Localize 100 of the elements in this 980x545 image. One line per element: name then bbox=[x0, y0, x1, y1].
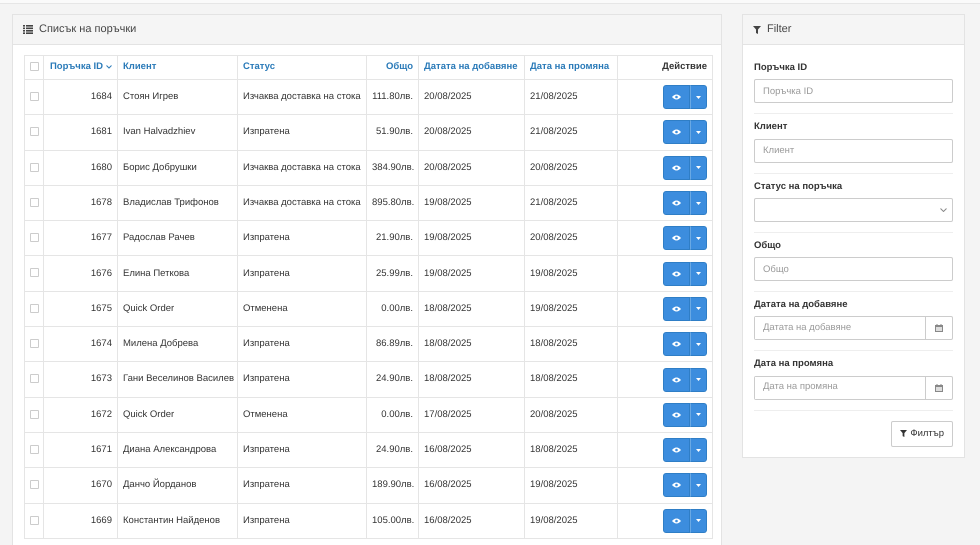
table-cell: 1684 bbox=[44, 80, 118, 115]
sort-caret-icon bbox=[106, 64, 112, 69]
table-cell: 19/08/2025 bbox=[418, 256, 524, 292]
view-button[interactable] bbox=[663, 85, 690, 110]
dropdown-toggle-button[interactable] bbox=[690, 262, 707, 286]
caret-icon bbox=[696, 307, 701, 310]
calendar-icon bbox=[935, 384, 943, 392]
view-button[interactable] bbox=[663, 120, 690, 144]
dropdown-toggle-button[interactable] bbox=[690, 402, 707, 427]
view-button[interactable] bbox=[663, 262, 690, 286]
view-button[interactable] bbox=[663, 508, 690, 533]
table-cell: 20/08/2025 bbox=[418, 114, 524, 150]
dropdown-toggle-button[interactable] bbox=[690, 368, 707, 392]
dropdown-toggle-button[interactable] bbox=[690, 473, 707, 498]
dropdown-toggle-button[interactable] bbox=[690, 85, 707, 110]
dropdown-toggle-button[interactable] bbox=[690, 508, 707, 533]
table-cell: 24.90лв. bbox=[366, 432, 418, 468]
table-cell: 21.90лв. bbox=[366, 220, 418, 256]
table-cell: 51.90лв. bbox=[366, 114, 418, 150]
eye-icon bbox=[672, 482, 681, 488]
view-button[interactable] bbox=[663, 438, 690, 462]
row-checkbox[interactable] bbox=[30, 480, 39, 490]
table-cell: 1675 bbox=[44, 291, 118, 327]
row-checkbox[interactable] bbox=[30, 268, 39, 278]
table-cell: 20/08/2025 bbox=[524, 397, 618, 432]
table-cell: Милена Добрева bbox=[118, 326, 238, 362]
dropdown-toggle-button[interactable] bbox=[690, 156, 707, 180]
eye-icon bbox=[672, 164, 681, 171]
row-checkbox[interactable] bbox=[30, 92, 39, 101]
table-cell: Изпратена bbox=[238, 362, 366, 398]
row-checkbox[interactable] bbox=[30, 233, 39, 242]
table-cell: Изпратена bbox=[238, 468, 366, 504]
row-checkbox[interactable] bbox=[30, 162, 39, 172]
row-checkbox[interactable] bbox=[30, 198, 39, 207]
chevron-down-icon bbox=[940, 208, 947, 212]
table-cell: 20/08/2025 bbox=[418, 150, 524, 186]
row-checkbox[interactable] bbox=[30, 339, 39, 348]
table-cell: 19/08/2025 bbox=[524, 503, 618, 538]
table-cell: Quick Order bbox=[118, 397, 238, 432]
dropdown-toggle-button[interactable] bbox=[690, 226, 707, 250]
table-cell: 1678 bbox=[44, 185, 118, 221]
table-cell: 1680 bbox=[44, 150, 118, 186]
view-button[interactable] bbox=[663, 368, 690, 392]
select-all-checkbox[interactable] bbox=[30, 62, 39, 72]
view-button[interactable] bbox=[663, 191, 690, 216]
caret-icon bbox=[696, 378, 701, 382]
view-button[interactable] bbox=[663, 156, 690, 180]
table-cell: 18/08/2025 bbox=[524, 362, 618, 398]
caret-icon bbox=[696, 202, 701, 205]
row-checkbox[interactable] bbox=[30, 374, 39, 384]
view-button[interactable] bbox=[663, 402, 690, 427]
column-header: Действие bbox=[662, 61, 707, 72]
table-cell: Стоян Игрев bbox=[118, 80, 238, 115]
row-checkbox[interactable] bbox=[30, 410, 39, 419]
table-cell: Диана Александрова bbox=[118, 432, 238, 468]
dropdown-toggle-button[interactable] bbox=[690, 191, 707, 216]
date-field[interactable]: Датата на добавяне bbox=[754, 316, 953, 340]
row-checkbox[interactable] bbox=[30, 444, 39, 454]
row-checkbox[interactable] bbox=[30, 304, 39, 313]
table-cell: 20/08/2025 bbox=[524, 220, 618, 256]
table-cell: Борис Добрушки bbox=[118, 150, 238, 186]
date-field[interactable]: Дата на промяна bbox=[754, 376, 953, 400]
select-field[interactable] bbox=[754, 198, 953, 222]
filter-button[interactable]: Филтър bbox=[891, 420, 953, 447]
filter-icon bbox=[753, 26, 761, 34]
view-button[interactable] bbox=[663, 226, 690, 250]
dropdown-toggle-button[interactable] bbox=[690, 120, 707, 144]
dropdown-toggle-button[interactable] bbox=[690, 438, 707, 462]
table-cell: Quick Order bbox=[118, 291, 238, 327]
table-cell: 1676 bbox=[44, 256, 118, 292]
filter-icon bbox=[900, 430, 908, 438]
table-cell: Радослав Рачев bbox=[118, 220, 238, 256]
column-sort-link[interactable]: Статус bbox=[243, 61, 276, 72]
table-cell: Отменена bbox=[238, 291, 366, 327]
table-cell: 19/08/2025 bbox=[524, 256, 618, 292]
table-cell: 21/08/2025 bbox=[524, 185, 618, 221]
column-sort-link[interactable]: Клиент bbox=[123, 61, 156, 72]
field-label: Дата на промяна bbox=[754, 357, 834, 372]
table-cell: Гани Веселинов Василев bbox=[118, 362, 238, 398]
view-button[interactable] bbox=[663, 332, 690, 356]
table-cell: 1672 bbox=[44, 397, 118, 432]
table-cell: 20/08/2025 bbox=[418, 80, 524, 115]
row-checkbox[interactable] bbox=[30, 516, 39, 525]
input-field[interactable]: Клиент bbox=[754, 138, 953, 162]
view-button[interactable] bbox=[663, 473, 690, 498]
row-checkbox[interactable] bbox=[30, 127, 39, 136]
eye-icon bbox=[672, 376, 681, 383]
dropdown-toggle-button[interactable] bbox=[690, 296, 707, 321]
table-cell: 1674 bbox=[44, 326, 118, 362]
table-cell: 24.90лв. bbox=[366, 362, 418, 398]
table-cell: 21/08/2025 bbox=[524, 114, 618, 150]
input-field[interactable]: Общо bbox=[754, 257, 953, 281]
view-button[interactable] bbox=[663, 296, 690, 321]
eye-icon bbox=[672, 129, 681, 136]
table-cell: Константин Найденов bbox=[118, 503, 238, 538]
input-field[interactable]: Поръчка ID bbox=[754, 79, 953, 104]
dropdown-toggle-button[interactable] bbox=[690, 332, 707, 356]
table-cell: 18/08/2025 bbox=[418, 362, 524, 398]
table-cell: 18/08/2025 bbox=[524, 432, 618, 468]
field-label: Поръчка ID bbox=[754, 61, 808, 75]
